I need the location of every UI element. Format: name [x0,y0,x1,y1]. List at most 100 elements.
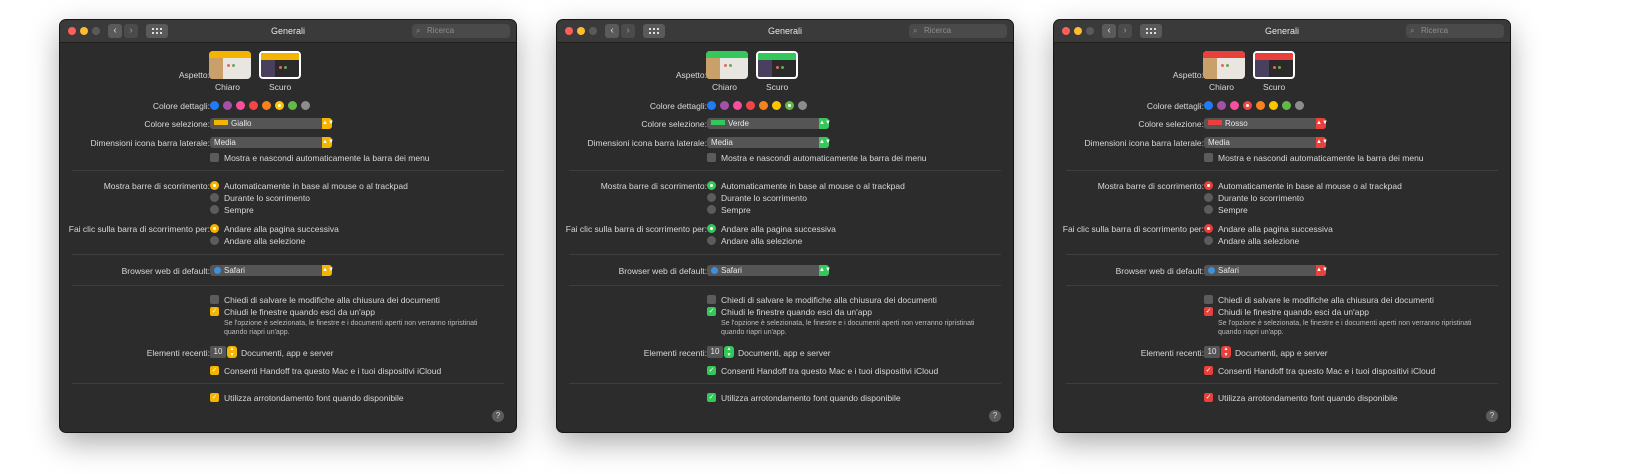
search-placeholder: Ricerca [427,26,455,35]
scrollbars-always-radio[interactable] [1204,205,1213,214]
scrollbars-scrolling-radio[interactable] [1204,193,1213,202]
ask-save-checkbox[interactable] [1204,295,1213,304]
sidebar-icon-size-value: Media [1208,138,1230,147]
sidebar-icon-size-popup[interactable]: Media ▲▼ [1204,137,1328,148]
scrollbars-auto-radio[interactable] [1204,181,1213,190]
accent-swatch-pink[interactable] [733,101,742,110]
ask-save-checkbox[interactable] [707,295,716,304]
accent-swatch-yellow[interactable] [1269,101,1278,110]
scrollbars-auto-radio[interactable] [707,181,716,190]
selection-color-popup[interactable]: Verde ▲▼ [707,118,831,129]
appearance-light-option[interactable] [706,51,748,79]
font-smoothing-checkbox[interactable]: ✓ [707,393,716,402]
menu-bar-autohide-checkbox[interactable] [210,153,219,162]
close-windows-checkbox[interactable]: ✓ [210,307,219,316]
click-next-page-radio[interactable] [707,224,716,233]
selection-color-popup[interactable]: Giallo ▲▼ [210,118,334,129]
appearance-dark-option[interactable] [259,51,301,79]
accent-swatch-orange[interactable] [759,101,768,110]
accent-swatch-orange[interactable] [1256,101,1265,110]
menu-bar-autohide-checkbox[interactable] [1204,153,1213,162]
recent-items-stepper[interactable]: ▲ ▼ [1221,346,1231,358]
accent-swatch-blue[interactable] [210,101,219,110]
accent-swatch-yellow[interactable] [275,101,284,110]
default-browser-popup[interactable]: Safari ▲▼ [707,265,831,276]
sidebar-icon-size-popup[interactable]: Media ▲▼ [210,137,334,148]
scrollbars-always-radio[interactable] [210,205,219,214]
scrollbars-scrolling-label: Durante lo scorrimento [224,193,310,203]
scrollbars-auto-radio[interactable] [210,181,219,190]
accent-swatch-red[interactable] [746,101,755,110]
help-button[interactable]: ? [1486,410,1498,422]
handoff-checkbox[interactable]: ✓ [210,366,219,375]
accent-swatch-purple[interactable] [223,101,232,110]
click-next-page-label: Andare alla pagina successiva [224,224,339,234]
default-browser-popup[interactable]: Safari ▲▼ [1204,265,1328,276]
appearance-light-option[interactable] [209,51,251,79]
click-scrollbar-label: Fai clic sulla barra di scorrimento per: [565,224,707,234]
recent-items-stepper[interactable]: ▲ ▼ [724,346,734,358]
chevron-updown-icon: ▲▼ [1316,118,1328,129]
click-next-page-label: Andare alla pagina successiva [721,224,836,234]
scrollbars-always-radio[interactable] [707,205,716,214]
accent-swatch-red[interactable] [249,101,258,110]
appearance-label: Aspetto: [1172,70,1204,80]
accent-swatch-purple[interactable] [720,101,729,110]
click-jump-radio[interactable] [1204,236,1213,245]
safari-icon [1208,267,1215,274]
accent-swatch-yellow[interactable] [772,101,781,110]
accent-swatch-green[interactable] [1282,101,1291,110]
search-field[interactable]: ⌕ Ricerca [412,24,510,38]
accent-swatch-pink[interactable] [1230,101,1239,110]
scrollbars-scrolling-label: Durante lo scorrimento [721,193,807,203]
accent-swatch-green[interactable] [288,101,297,110]
help-button[interactable]: ? [989,410,1001,422]
search-field[interactable]: ⌕ Ricerca [1406,24,1504,38]
search-icon: ⌕ [913,26,918,35]
title-bar: ‹ › Generali ⌕ Ricerca [60,20,516,43]
accent-swatch-graphite[interactable] [1295,101,1304,110]
click-next-page-radio[interactable] [210,224,219,233]
accent-swatch-pink[interactable] [236,101,245,110]
close-windows-checkbox[interactable]: ✓ [1204,307,1213,316]
search-field[interactable]: ⌕ Ricerca [909,24,1007,38]
accent-swatch-orange[interactable] [262,101,271,110]
accent-swatch-green[interactable] [785,101,794,110]
selection-color-popup[interactable]: Rosso ▲▼ [1204,118,1328,129]
accent-swatch-purple[interactable] [1217,101,1226,110]
appearance-dark-option[interactable] [756,51,798,79]
accent-swatch-blue[interactable] [707,101,716,110]
selection-color-text: Verde [728,119,749,128]
menu-bar-autohide-checkbox[interactable] [707,153,716,162]
default-browser-value: Safari [1208,265,1239,276]
scrollbars-scrolling-label: Durante lo scorrimento [1218,193,1304,203]
close-windows-checkbox[interactable]: ✓ [707,307,716,316]
click-next-page-radio[interactable] [1204,224,1213,233]
recent-items-stepper[interactable]: ▲ ▼ [227,346,237,358]
default-browser-label: Browser web di default: [1115,266,1204,276]
accent-swatch-blue[interactable] [1204,101,1213,110]
chevron-updown-icon: ▲▼ [322,265,334,276]
default-browser-popup[interactable]: Safari ▲▼ [210,265,334,276]
font-smoothing-checkbox[interactable]: ✓ [210,393,219,402]
accent-swatch-graphite[interactable] [301,101,310,110]
appearance-dark-option[interactable] [1253,51,1295,79]
scrollbars-scrolling-radio[interactable] [707,193,716,202]
handoff-checkbox[interactable]: ✓ [1204,366,1213,375]
accent-swatch-red[interactable] [1243,101,1252,110]
help-button[interactable]: ? [492,410,504,422]
scrollbars-scrolling-radio[interactable] [210,193,219,202]
recent-items-field[interactable]: 10 [707,346,723,358]
recent-items-field[interactable]: 10 [1204,346,1220,358]
selection-color-label: Colore selezione: [144,119,210,129]
click-jump-radio[interactable] [210,236,219,245]
appearance-light-option[interactable] [1203,51,1245,79]
recent-items-field[interactable]: 10 [210,346,226,358]
click-jump-radio[interactable] [707,236,716,245]
accent-swatch-graphite[interactable] [798,101,807,110]
handoff-checkbox[interactable]: ✓ [707,366,716,375]
font-smoothing-checkbox[interactable]: ✓ [1204,393,1213,402]
separator [569,170,1001,171]
sidebar-icon-size-popup[interactable]: Media ▲▼ [707,137,831,148]
ask-save-checkbox[interactable] [210,295,219,304]
